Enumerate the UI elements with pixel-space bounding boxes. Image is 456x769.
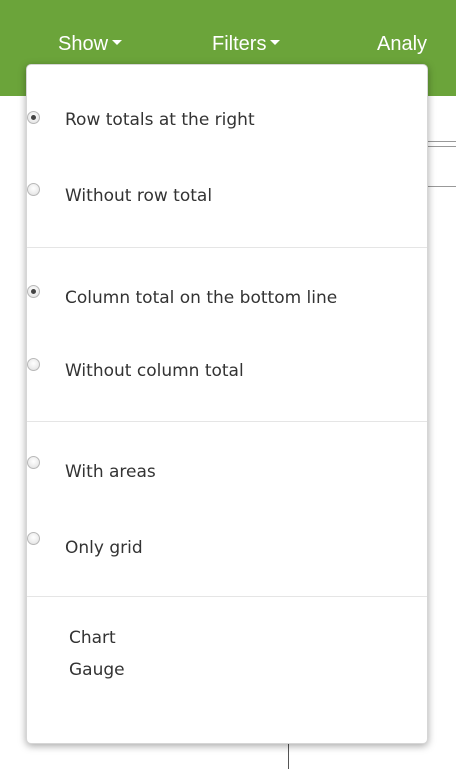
background-table-line [426,186,456,187]
menu-divider [27,596,427,597]
background-table-line [288,742,289,769]
radio-unchecked-icon[interactable] [27,358,40,371]
option-label: Row totals at the right [65,110,255,130]
radio-checked-icon[interactable] [27,285,40,298]
radio-unchecked-icon[interactable] [27,532,40,545]
page: Show Filters Analy Row totals at the rig… [0,0,456,769]
option-without-row-total[interactable]: Without row total [27,183,427,217]
option-only-grid[interactable]: Only grid [27,532,427,569]
menu-analysis-label: Analy [377,33,428,55]
option-column-total-bottom[interactable]: Column total on the bottom line [27,285,427,319]
background-table-line [426,146,456,147]
background-table-line [426,141,456,142]
option-without-column-total[interactable]: Without column total [27,358,427,392]
option-with-areas[interactable]: With areas [27,456,427,493]
option-label: Column total on the bottom line [65,288,338,308]
menu-item-chart[interactable]: Chart [69,627,116,649]
menu-show-label: Show [58,33,109,55]
menu-filters-label: Filters [212,33,267,55]
option-label: Only grid [65,538,143,558]
radio-unchecked-icon[interactable] [27,183,40,196]
option-row-totals-right[interactable]: Row totals at the right [27,109,427,141]
caret-down-icon [112,40,123,46]
menu-filters[interactable]: Filters [212,26,281,62]
menu-divider [27,247,427,248]
radio-checked-icon[interactable] [27,111,40,124]
option-label: Without column total [65,361,244,381]
radio-unchecked-icon[interactable] [27,456,40,469]
option-label: Without row total [65,186,213,206]
caret-down-icon [270,40,281,46]
show-dropdown-menu: Row totals at the right Without row tota… [26,64,428,744]
option-label: With areas [65,462,156,482]
menu-analysis[interactable]: Analy [377,26,427,62]
menu-show[interactable]: Show [58,26,123,62]
menu-divider [27,421,427,422]
menu-item-gauge[interactable]: Gauge [69,659,125,681]
